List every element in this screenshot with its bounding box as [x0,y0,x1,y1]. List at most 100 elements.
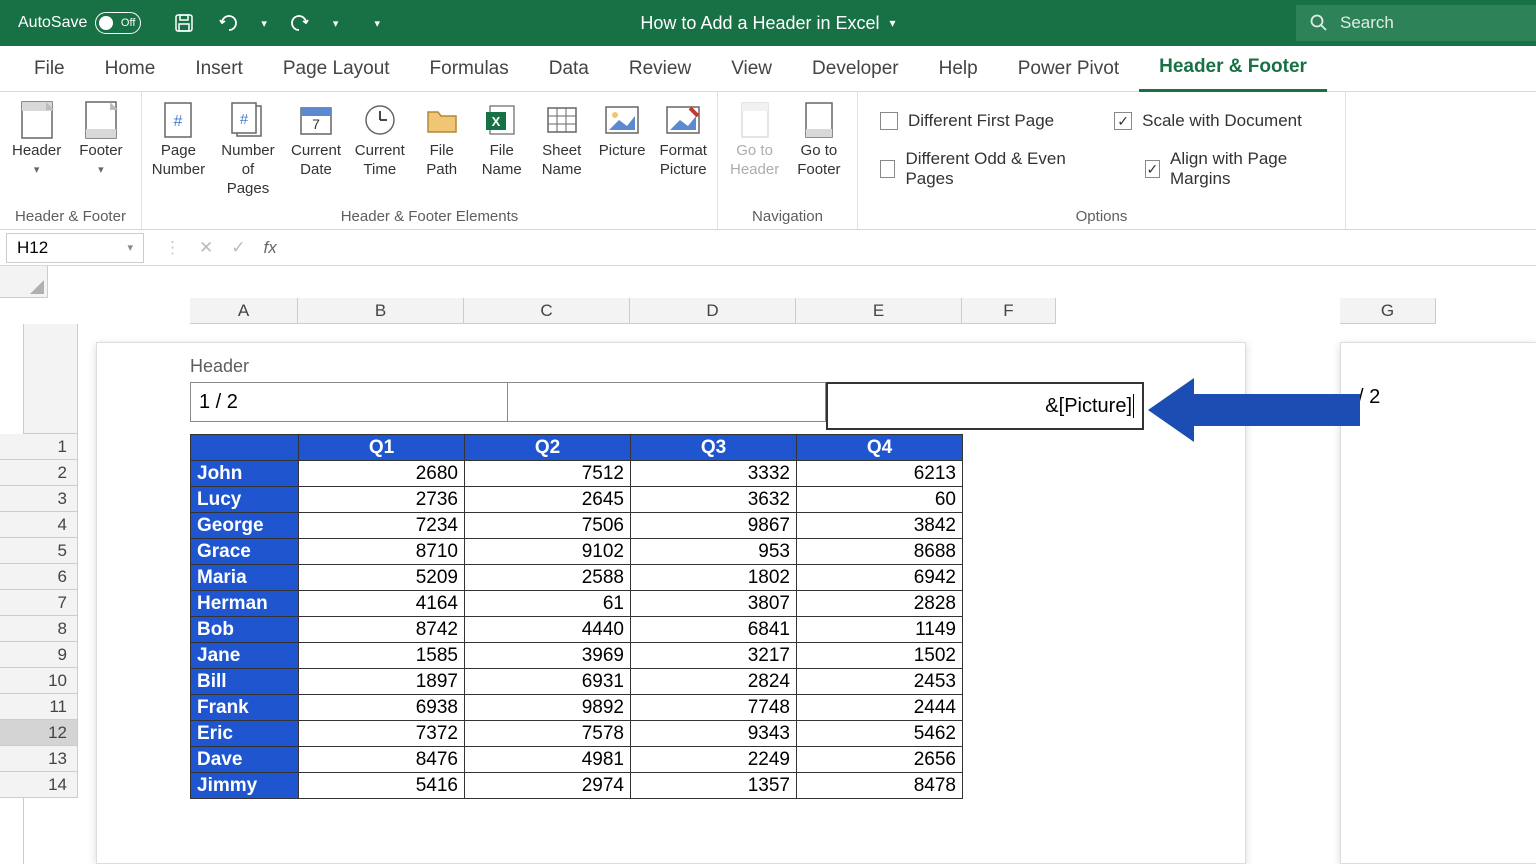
cell[interactable]: 9867 [631,513,797,539]
enter-formula-icon[interactable]: ✓ [231,238,245,258]
picture-button[interactable]: Picture [593,98,652,163]
cell[interactable]: 2656 [797,747,963,773]
cell[interactable]: Jane [191,643,299,669]
column-header-G[interactable]: G [1340,298,1436,324]
row-header-12[interactable]: 12 [0,720,78,746]
cell[interactable]: 3332 [631,461,797,487]
cell[interactable]: 8476 [299,747,465,773]
row-header-10[interactable]: 10 [0,668,78,694]
formula-input[interactable] [291,233,1536,263]
name-box[interactable]: H12 ▾ [6,233,144,263]
table-header[interactable]: Q3 [631,435,797,461]
cell[interactable]: 6938 [299,695,465,721]
row-header-8[interactable]: 8 [0,616,78,642]
cell[interactable]: Eric [191,721,299,747]
cell[interactable]: 2824 [631,669,797,695]
undo-icon[interactable] [217,12,239,34]
cell[interactable]: 4440 [465,617,631,643]
column-header-C[interactable]: C [464,298,630,324]
different-odd-even-checkbox[interactable]: Different Odd & Even Pages [880,149,1085,189]
cell[interactable]: John [191,461,299,487]
scale-with-document-checkbox[interactable]: ✓Scale with Document [1114,111,1302,131]
cell[interactable]: 1897 [299,669,465,695]
cell[interactable]: Maria [191,565,299,591]
cell[interactable]: 8710 [299,539,465,565]
cell[interactable]: 8478 [797,773,963,799]
row-header-4[interactable]: 4 [0,512,78,538]
cell[interactable]: 2828 [797,591,963,617]
cell[interactable]: 2249 [631,747,797,773]
cancel-formula-icon[interactable]: ✕ [199,238,213,258]
cell[interactable]: 3969 [465,643,631,669]
tab-home[interactable]: Home [85,46,176,92]
search-input[interactable]: Search [1296,5,1536,41]
cell[interactable]: George [191,513,299,539]
cell[interactable]: 3217 [631,643,797,669]
column-header-E[interactable]: E [796,298,962,324]
tab-power-pivot[interactable]: Power Pivot [998,46,1139,92]
cell[interactable]: Frank [191,695,299,721]
cell[interactable]: 2588 [465,565,631,591]
table-header[interactable] [191,435,299,461]
cell[interactable]: 4981 [465,747,631,773]
row-header-13[interactable]: 13 [0,746,78,772]
save-icon[interactable] [173,12,195,34]
go-to-footer-button[interactable]: Go to Footer [789,98,848,182]
current-time-button[interactable]: Current Time [349,98,411,182]
row-header-2[interactable]: 2 [0,460,78,486]
row-header-1[interactable]: 1 [0,434,78,460]
cell[interactable]: Lucy [191,487,299,513]
cell[interactable]: 2680 [299,461,465,487]
tab-page-layout[interactable]: Page Layout [263,46,410,92]
cell[interactable]: 2444 [797,695,963,721]
redo-icon[interactable] [289,12,311,34]
cell[interactable]: 6942 [797,565,963,591]
cell[interactable]: 6213 [797,461,963,487]
qat-customize-icon[interactable]: ▾ [374,17,380,30]
chevron-down-icon[interactable]: ▾ [127,241,133,254]
cell[interactable]: 60 [797,487,963,513]
table-header[interactable]: Q2 [465,435,631,461]
align-page-margins-checkbox[interactable]: ✓Align with Page Margins [1145,149,1323,189]
cell[interactable]: 2453 [797,669,963,695]
tab-review[interactable]: Review [609,46,711,92]
autosave-toggle[interactable]: Off [95,12,141,34]
tab-help[interactable]: Help [919,46,998,92]
cell[interactable]: 2974 [465,773,631,799]
cell[interactable]: 7234 [299,513,465,539]
cell[interactable]: 4164 [299,591,465,617]
tab-developer[interactable]: Developer [792,46,919,92]
header-left-input[interactable]: 1 / 2 [190,382,508,422]
cell[interactable]: 8688 [797,539,963,565]
cell[interactable]: 6841 [631,617,797,643]
sheet-name-button[interactable]: Sheet Name [533,98,591,182]
cell[interactable]: Herman [191,591,299,617]
cell[interactable]: 2736 [299,487,465,513]
tab-data[interactable]: Data [529,46,609,92]
cell[interactable]: 7748 [631,695,797,721]
cell[interactable]: 9892 [465,695,631,721]
cell[interactable]: 1802 [631,565,797,591]
table-header[interactable]: Q1 [299,435,465,461]
current-date-button[interactable]: 7 Current Date [285,98,347,182]
cell[interactable]: 9102 [465,539,631,565]
cell[interactable]: 8742 [299,617,465,643]
table-header[interactable]: Q4 [797,435,963,461]
title-dropdown-icon[interactable]: ▾ [890,16,896,30]
cell[interactable]: 5209 [299,565,465,591]
cell[interactable]: Dave [191,747,299,773]
cell[interactable]: 7512 [465,461,631,487]
cell[interactable]: 7506 [465,513,631,539]
header-right-input[interactable]: &[Picture] [826,382,1144,430]
column-header-F[interactable]: F [962,298,1056,324]
cell[interactable]: 3842 [797,513,963,539]
column-header-D[interactable]: D [630,298,796,324]
header-button[interactable]: Header ▾ [4,98,69,178]
cell[interactable]: 5462 [797,721,963,747]
tab-view[interactable]: View [711,46,792,92]
cell[interactable]: Bill [191,669,299,695]
tab-insert[interactable]: Insert [175,46,263,92]
cell[interactable]: 6931 [465,669,631,695]
row-header-3[interactable]: 3 [0,486,78,512]
cell[interactable]: 953 [631,539,797,565]
